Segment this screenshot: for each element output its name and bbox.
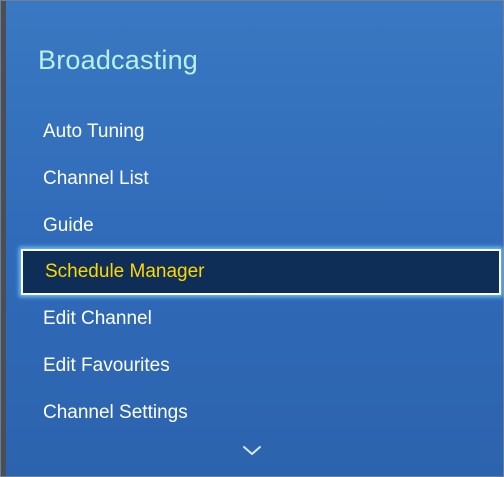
- menu-item-channel-settings[interactable]: Channel Settings: [1, 389, 504, 436]
- scroll-down-button[interactable]: [240, 443, 264, 459]
- menu-item-channel-list[interactable]: Channel List: [1, 155, 504, 202]
- menu-list: Auto Tuning Channel List Guide Schedule …: [1, 108, 504, 436]
- menu-item-edit-channel[interactable]: Edit Channel: [1, 295, 504, 342]
- menu-item-edit-favourites[interactable]: Edit Favourites: [1, 342, 504, 389]
- menu-item-guide[interactable]: Guide: [1, 202, 504, 249]
- menu-item-schedule-manager[interactable]: Schedule Manager: [21, 249, 501, 295]
- menu-item-auto-tuning[interactable]: Auto Tuning: [1, 108, 504, 155]
- chevron-down-icon: [243, 446, 261, 455]
- menu-title: Broadcasting: [38, 45, 198, 75]
- broadcasting-menu-panel: Broadcasting Auto Tuning Channel List Gu…: [0, 0, 504, 477]
